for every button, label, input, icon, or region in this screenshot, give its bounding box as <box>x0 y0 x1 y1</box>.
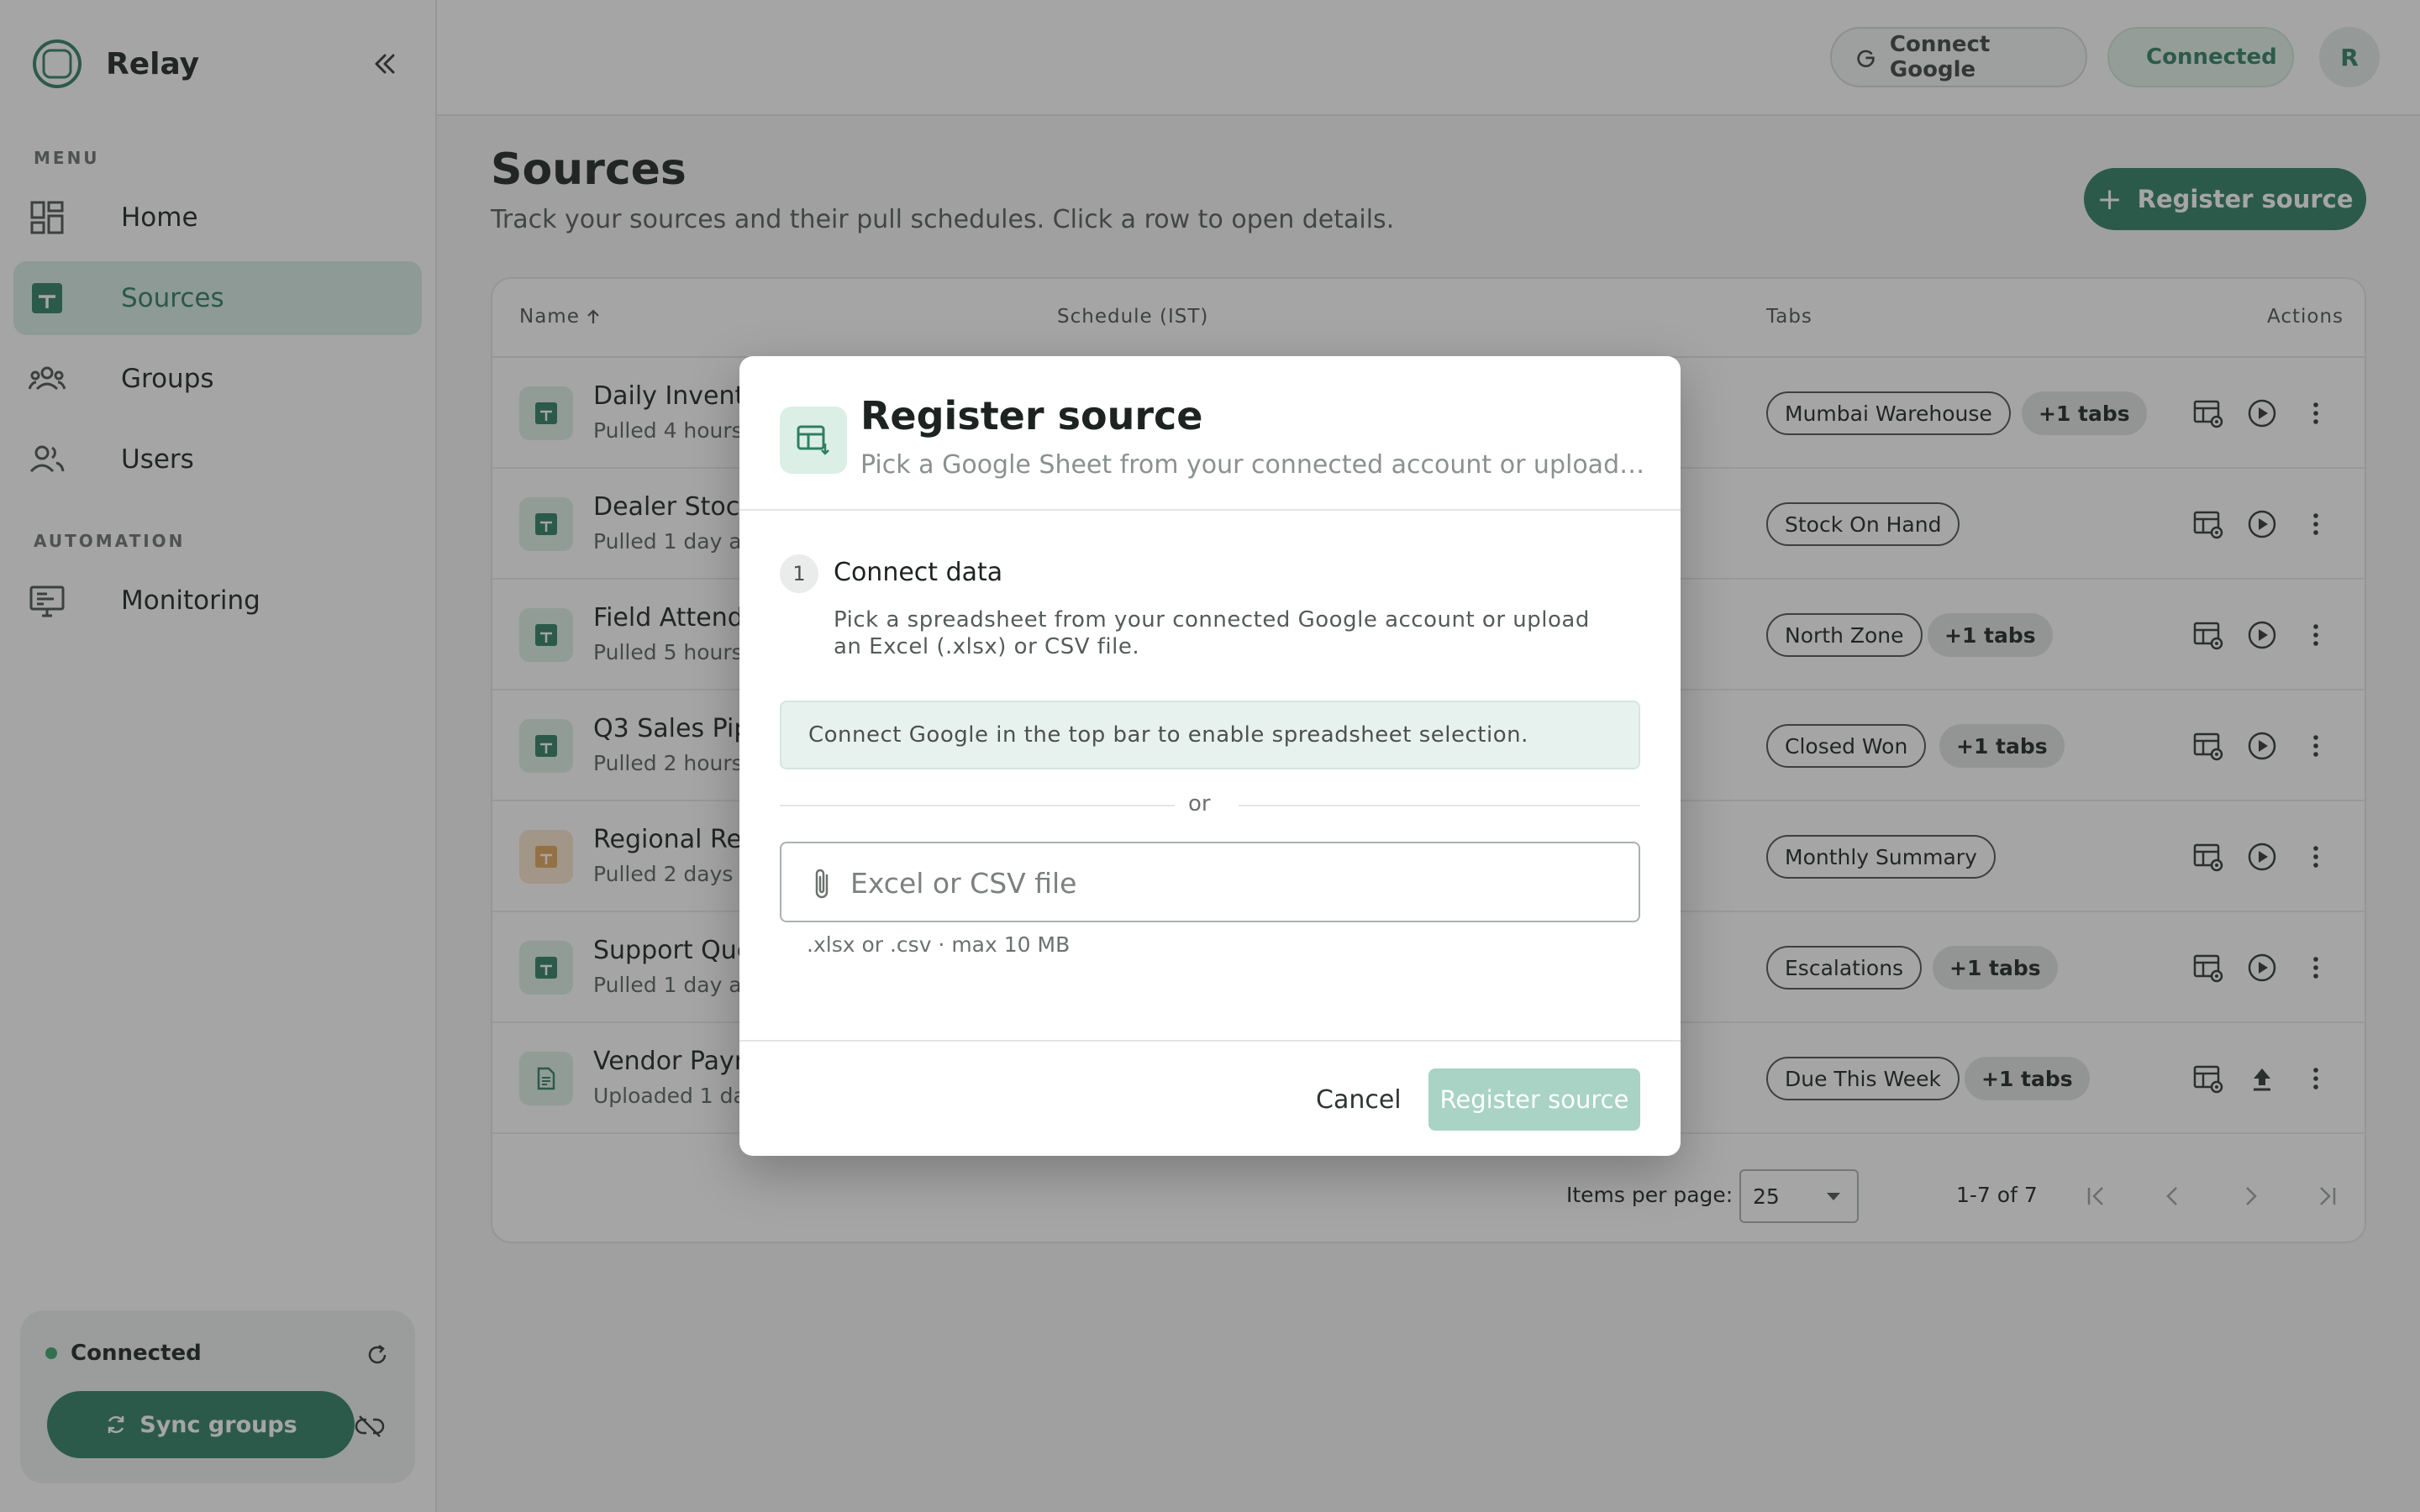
register-source-submit-button[interactable]: Register source <box>1428 1068 1640 1131</box>
register-source-dialog: Register source Pick a Google Sheet from… <box>739 356 1681 1156</box>
divider <box>1239 805 1640 806</box>
paperclip-icon <box>815 869 829 899</box>
sheet-import-icon <box>797 425 829 455</box>
dialog-footer: Cancel Register source <box>739 1040 1681 1156</box>
file-input-placeholder: Excel or CSV file <box>850 867 1077 900</box>
dialog-subtitle: Pick a Google Sheet from your connected … <box>860 450 1650 480</box>
file-upload-input[interactable]: Excel or CSV file <box>780 842 1640 922</box>
dialog-title: Register source <box>860 393 1203 438</box>
dialog-header: Register source Pick a Google Sheet from… <box>739 356 1681 511</box>
file-input-hint: .xlsx or .csv · max 10 MB <box>807 932 1071 957</box>
cancel-button[interactable]: Cancel <box>1316 1085 1402 1115</box>
step-title: Connect data <box>834 558 1003 587</box>
step-number: 1 <box>780 554 818 593</box>
google-notice: Connect Google in the top bar to enable … <box>780 701 1640 769</box>
step-description: Pick a spreadsheet from your connected G… <box>834 607 1590 659</box>
divider <box>780 805 1175 806</box>
dialog-icon <box>780 407 847 474</box>
or-separator: or <box>1188 791 1211 816</box>
